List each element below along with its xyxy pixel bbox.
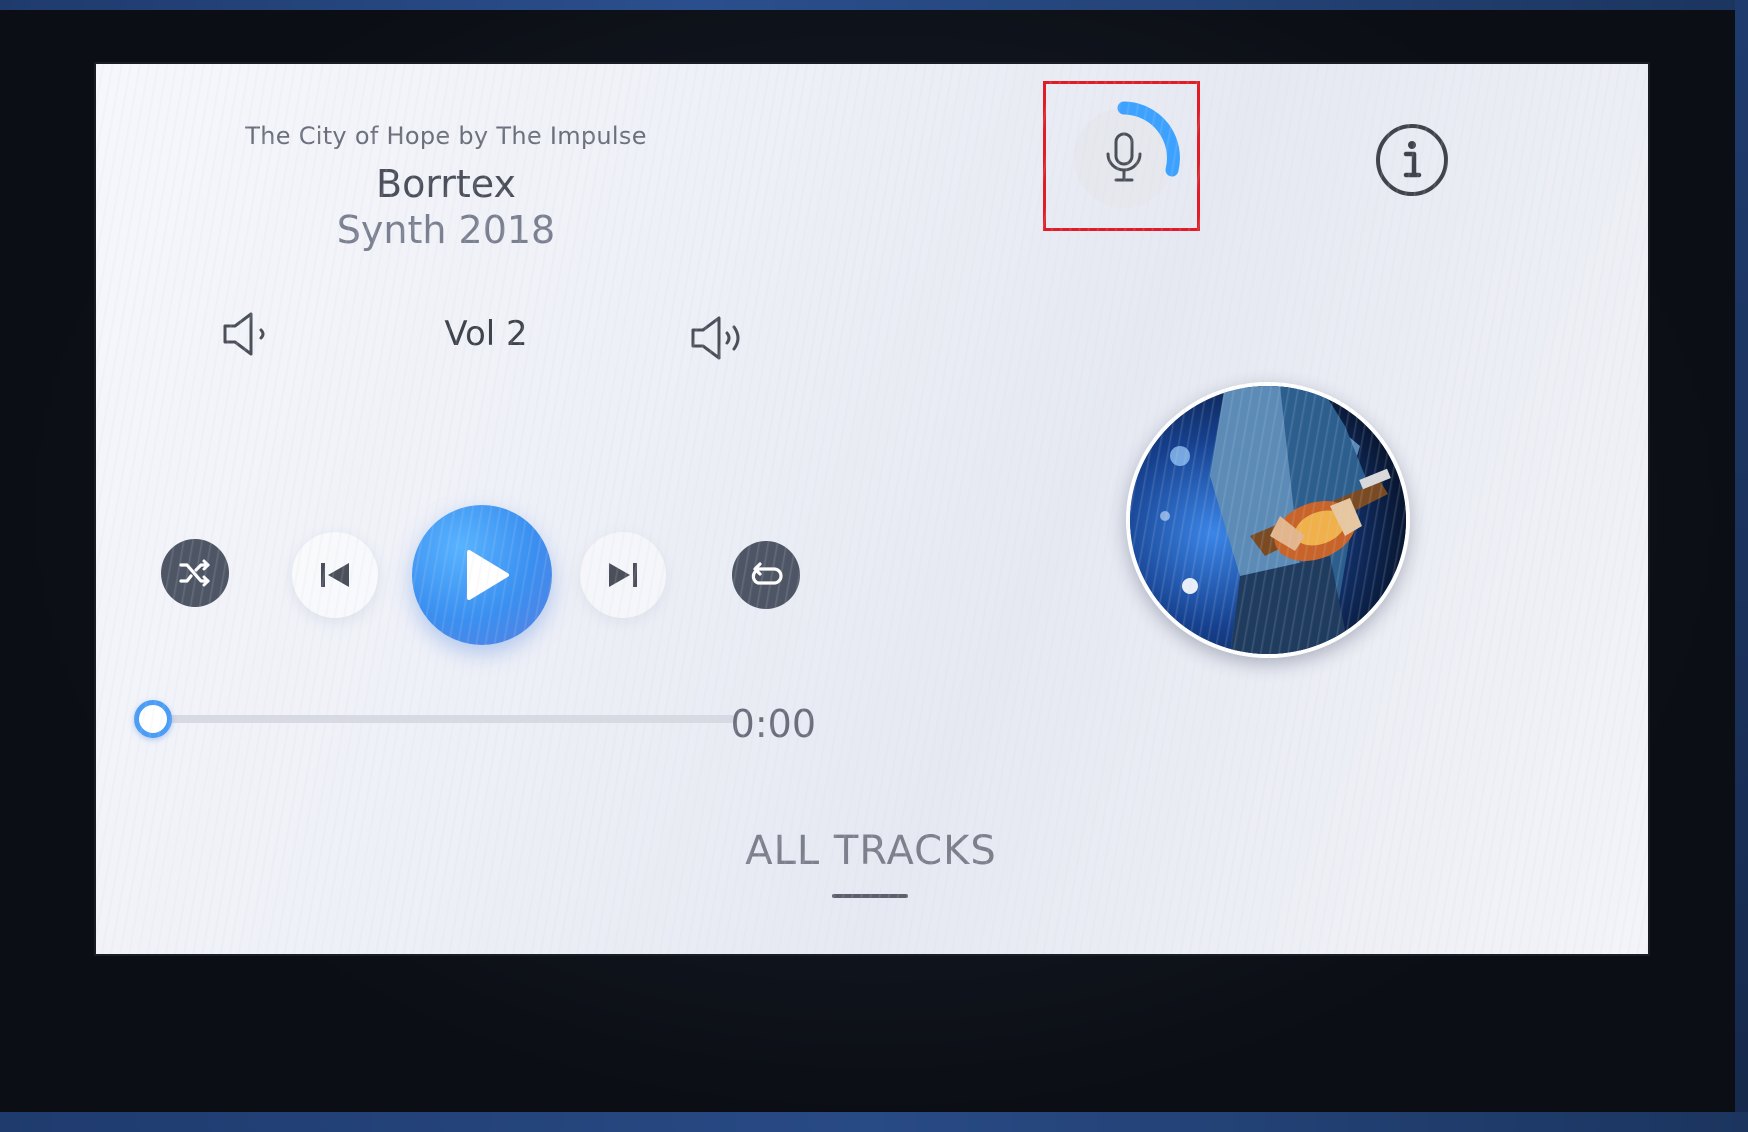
volume-up-icon bbox=[691, 316, 740, 360]
skip-previous-icon bbox=[321, 563, 349, 587]
shuffle-icon bbox=[179, 559, 210, 587]
shuffle-button[interactable] bbox=[161, 539, 229, 607]
volume-down-button[interactable] bbox=[214, 304, 284, 364]
volume-level: Vol 2 bbox=[444, 314, 528, 354]
play-button[interactable] bbox=[412, 505, 552, 645]
player-screen: The City of Hope by The Impulse Borrtex … bbox=[96, 64, 1648, 954]
info-button[interactable] bbox=[1372, 120, 1452, 200]
previous-track-button[interactable] bbox=[292, 532, 378, 618]
pcb-edge-bottom bbox=[0, 1112, 1748, 1132]
album-artist-line: The City of Hope by The Impulse bbox=[245, 122, 647, 150]
album-art bbox=[1126, 382, 1410, 658]
repeat-button[interactable] bbox=[732, 541, 800, 609]
repeat-icon bbox=[751, 562, 783, 585]
device-frame: The City of Hope by The Impulse Borrtex … bbox=[0, 0, 1748, 1132]
guitarist-photo bbox=[1130, 386, 1406, 654]
pcb-edge-right bbox=[1735, 0, 1748, 1132]
progress-handle[interactable] bbox=[134, 700, 172, 738]
artist-name: Borrtex bbox=[376, 162, 516, 206]
next-track-button[interactable] bbox=[580, 532, 666, 618]
play-icon bbox=[467, 550, 509, 600]
track-title: Synth 2018 bbox=[336, 208, 556, 252]
all-tracks-link[interactable]: ALL TRACKS bbox=[696, 828, 1046, 874]
volume-up-button[interactable] bbox=[684, 308, 754, 368]
info-icon bbox=[1376, 124, 1448, 196]
pcb-edge-top bbox=[0, 0, 1748, 10]
skip-next-icon bbox=[609, 563, 637, 587]
progress-track[interactable] bbox=[146, 715, 736, 723]
volume-down-icon bbox=[223, 312, 265, 356]
microphone-icon bbox=[1074, 101, 1180, 208]
voice-input-button[interactable] bbox=[1066, 100, 1182, 216]
all-tracks-underline bbox=[832, 894, 908, 898]
elapsed-time: 0:00 bbox=[730, 702, 816, 746]
